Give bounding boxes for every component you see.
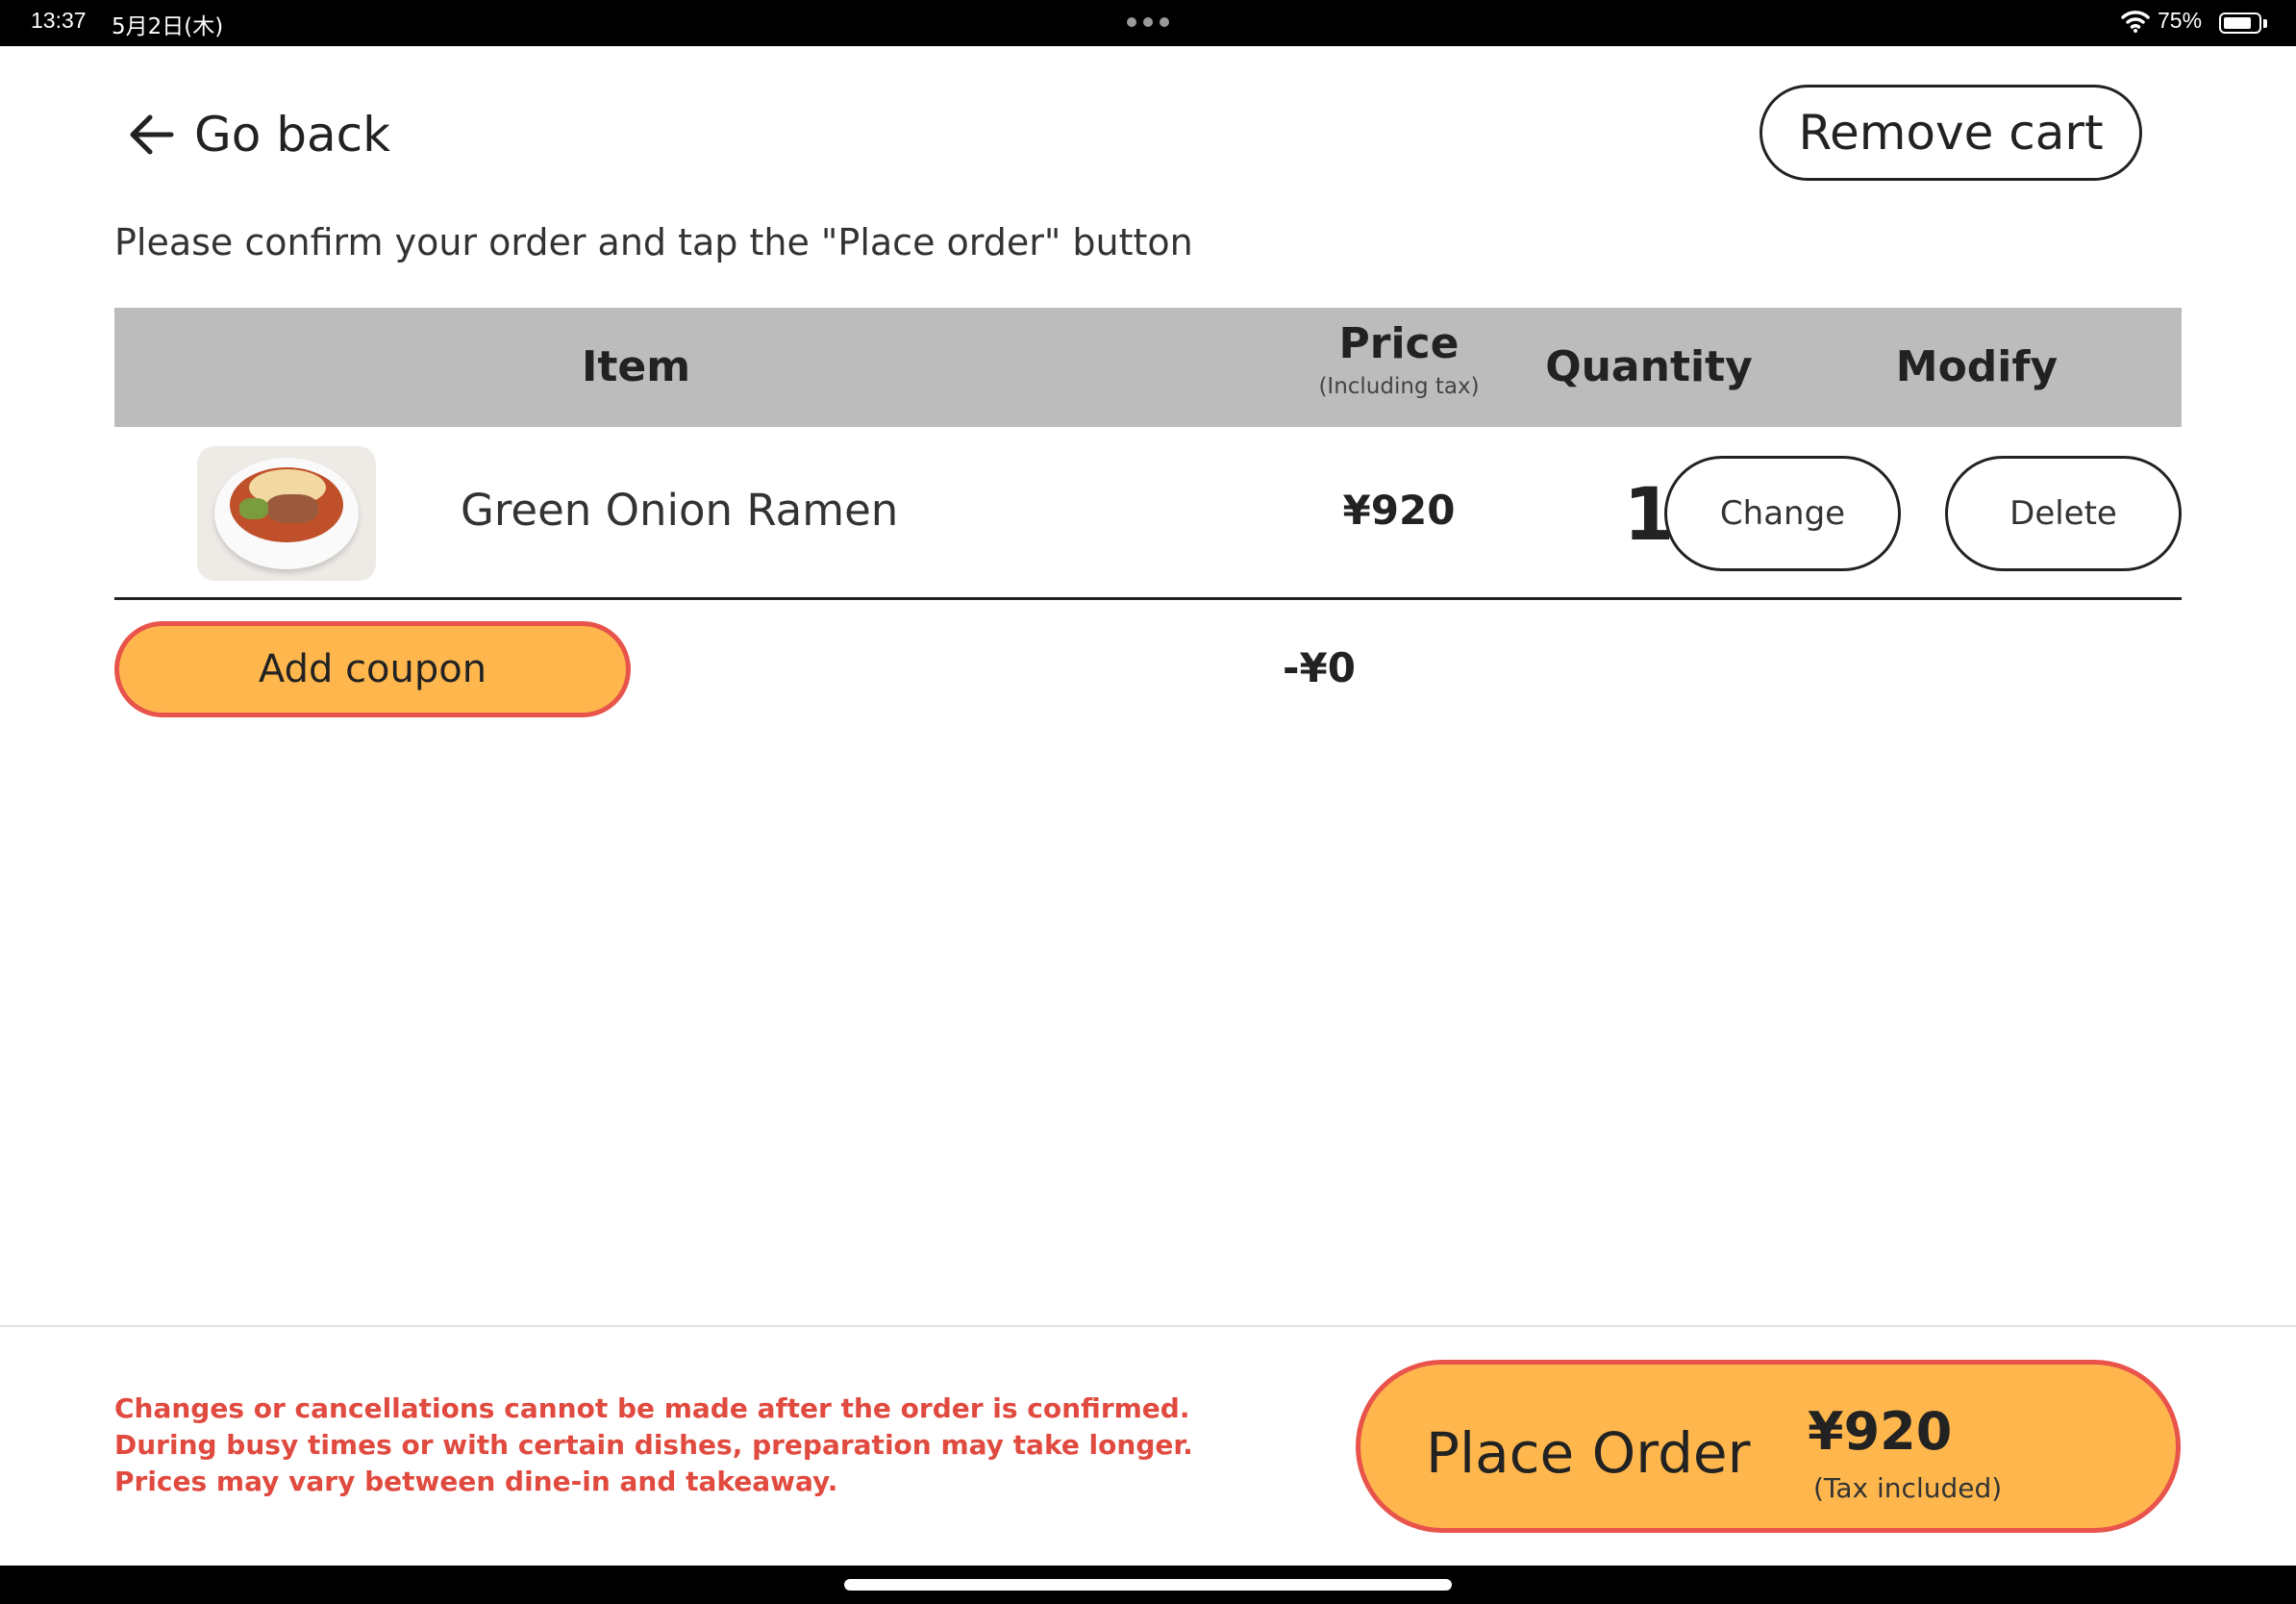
remove-cart-button[interactable]: Remove cart <box>1759 85 2142 181</box>
status-time: 13:37 <box>31 8 87 33</box>
change-button[interactable]: Change <box>1664 456 1901 571</box>
table-header: Item Price (Including tax) Quantity Modi… <box>114 308 2182 427</box>
ellipsis-icon[interactable] <box>1127 17 1169 29</box>
header-price-note: (Including tax) <box>1318 374 1480 399</box>
header-item: Item <box>582 342 691 391</box>
go-back-label: Go back <box>194 107 391 163</box>
place-order-label: Place Order <box>1426 1420 1751 1486</box>
order-total: ¥920 <box>1808 1401 1953 1462</box>
instruction-text: Please confirm your order and tap the "P… <box>114 221 1193 263</box>
arrow-left-icon <box>130 114 174 155</box>
home-indicator[interactable] <box>844 1579 1452 1591</box>
wifi-icon <box>2121 11 2150 33</box>
status-date: 5月2日(木) <box>112 14 224 39</box>
add-coupon-button[interactable]: Add coupon <box>114 621 631 717</box>
cart-item-row: Green Onion Ramen ¥920 1 Change Delete <box>114 427 2182 600</box>
battery-percent: 75% <box>2158 8 2203 33</box>
tax-note: (Tax included) <box>1813 1472 2003 1504</box>
place-order-button[interactable]: Place Order ¥920 (Tax included) <box>1356 1360 2181 1533</box>
item-name: Green Onion Ramen <box>461 485 899 536</box>
header-price: Price (Including tax) <box>1268 319 1530 399</box>
header-modify: Modify <box>1895 342 2059 391</box>
order-notices: Changes or cancellations cannot be made … <box>114 1391 1193 1500</box>
footer-divider <box>0 1325 2296 1327</box>
header-price-label: Price <box>1338 319 1460 368</box>
delete-button[interactable]: Delete <box>1945 456 2182 571</box>
notice-line: Prices may vary between dine-in and take… <box>114 1466 838 1497</box>
go-back-button[interactable]: Go back <box>123 96 390 173</box>
battery-icon <box>2219 13 2267 34</box>
item-price: ¥920 <box>1342 487 1456 534</box>
item-thumbnail <box>197 446 376 581</box>
status-bar: 13:37 5月2日(木) 75% <box>0 0 2296 46</box>
coupon-discount: -¥0 <box>1283 644 1356 691</box>
header-quantity: Quantity <box>1545 342 1753 391</box>
home-bar <box>0 1566 2296 1604</box>
notice-line: During busy times or with certain dishes… <box>114 1429 1193 1461</box>
notice-line: Changes or cancellations cannot be made … <box>114 1392 1190 1424</box>
